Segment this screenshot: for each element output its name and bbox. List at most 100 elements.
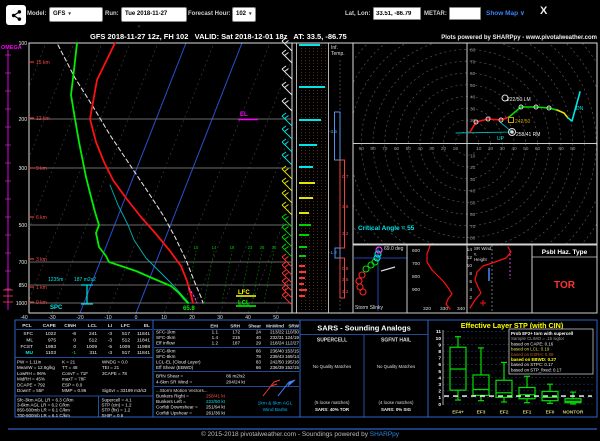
- hodo-ring-label: 50: [523, 146, 529, 152]
- parcel-col-header: PCL: [22, 323, 32, 329]
- inf-temp-value: 0.7: [342, 174, 349, 179]
- height-label: 1 km: [36, 285, 47, 291]
- stp-box: [473, 375, 489, 395]
- sars-supercell-loose: (5 loose matches): [315, 400, 350, 405]
- kin-cell: 1.2: [212, 341, 219, 346]
- stp-ytick: 9: [438, 342, 441, 348]
- line: [285, 205, 289, 208]
- mixing-ratio-line: [204, 251, 214, 303]
- kin-cell: 195/16: [285, 360, 299, 365]
- line: [285, 257, 289, 260]
- srwind-height-label: 8: [469, 271, 472, 277]
- isotherm-line: [0, 43, 74, 313]
- slinky-ring: [359, 272, 365, 278]
- stp-legend-line: based on STP_fixed: 0.17: [511, 367, 562, 372]
- line: [274, 380, 280, 382]
- inf-temp-value: 0.8: [342, 266, 349, 271]
- legend-barb-pennant: [288, 380, 295, 386]
- parcel-col-header: EL: [144, 323, 150, 329]
- srwind-title: v.: [474, 252, 477, 257]
- line: [285, 155, 289, 158]
- kin-cell: 110/30: [285, 330, 299, 335]
- kin-cell: 66: [256, 349, 262, 354]
- parcel-cell: -5: [108, 344, 113, 350]
- speed-bar: [299, 277, 305, 279]
- kin-col-header: MnWind: [266, 324, 284, 329]
- line: [285, 116, 289, 119]
- line: [285, 273, 289, 276]
- stp-category-label: EF4+: [452, 410, 464, 416]
- stp-category-label: EF2: [500, 410, 509, 416]
- hodo-ring-label: 80: [558, 146, 564, 152]
- kin-cell: 153/15: [285, 349, 299, 354]
- line: [285, 247, 289, 250]
- speed-bar: [299, 197, 313, 199]
- parcel-cell: 975: [48, 337, 56, 343]
- mixing-ratio-label: 30: [272, 245, 277, 250]
- line: [282, 82, 286, 85]
- wind-barb: [282, 101, 292, 111]
- speed-bar: [299, 295, 305, 297]
- storm-motion-title: ...Storm Motion Vectors...: [156, 388, 208, 393]
- line: [282, 113, 286, 116]
- hodo-ring-label: 90: [570, 146, 576, 152]
- thetae-xtick: 320: [423, 306, 431, 312]
- thermo-index: PW = 1.11in: [17, 360, 42, 365]
- barbs-note: 1km & 6km AGL: [258, 401, 293, 407]
- hodo-trace-3-6km: [509, 107, 557, 117]
- storm-motion-label: Corfidi Upshear =: [156, 410, 192, 415]
- stp-box: [519, 388, 535, 399]
- wind-barb: [282, 193, 292, 203]
- speed-bar: [299, 44, 320, 46]
- line: [282, 202, 286, 205]
- wind-barb: [282, 142, 292, 152]
- sharppy-link[interactable]: SHARPpy: [370, 431, 399, 438]
- line: [282, 178, 286, 181]
- thermo-index: LowRH = 96%: [17, 371, 46, 376]
- kin-cell: 78: [256, 354, 262, 359]
- hodo-ring-label: 80: [470, 48, 476, 54]
- thermo-index: ConvT = 71F: [62, 371, 88, 376]
- storm-motion-value: 261/36 kt: [206, 410, 226, 415]
- inf-temp-value: 2.5: [342, 277, 349, 282]
- wind-barb: [282, 53, 292, 63]
- stp-ytick: 8: [438, 349, 441, 355]
- kin-cell: 215: [232, 335, 240, 340]
- kin-cell: 1.1: [212, 330, 219, 335]
- srw46-label: 4-6km SR Wind =: [156, 380, 192, 385]
- hodo-ring-label: 50: [470, 200, 476, 206]
- line: [285, 237, 289, 240]
- left-mover-label: 222/50 LM: [507, 97, 531, 103]
- kin-cell: 218/24: [270, 341, 284, 346]
- height-label: 3 km: [36, 257, 47, 263]
- hodo-ring-label: 60: [470, 212, 476, 218]
- hodo-ring-label: 80: [470, 236, 476, 242]
- srw46-value: 204/24 kt: [226, 380, 246, 385]
- storm-motion-label: Bunkers Right =: [156, 394, 189, 399]
- thermo-index: DCAPE = 792: [17, 382, 46, 387]
- speed-bar: [299, 224, 311, 226]
- parcel-cell: 1022: [45, 331, 56, 337]
- line: [282, 292, 286, 295]
- srwind-height-label: 14: [467, 247, 473, 253]
- parcel-cell: 11841: [137, 331, 150, 337]
- isotherm-line: [0, 43, 18, 313]
- parcel-col-header: LI: [108, 323, 113, 329]
- parcel-cell: -3: [108, 337, 113, 343]
- thermo-index: 3CAPE = 78: [102, 371, 127, 376]
- line: [282, 262, 286, 265]
- cold-adv-box: [335, 112, 341, 160]
- sars-supercell-pct: SARS: 40% TOR: [315, 407, 350, 412]
- thetae-pressure-label: 900: [412, 287, 420, 293]
- pressure-label: 1000: [16, 301, 27, 307]
- inflow-srh-label: 187 m2s2: [74, 277, 96, 283]
- line: [285, 101, 289, 104]
- upshear-label: UP: [497, 136, 505, 142]
- storm-motion-label: Bunkers Left =: [156, 399, 186, 404]
- parcel-col-header: CAPE: [43, 323, 57, 329]
- stp-category-label: EF1: [523, 410, 532, 416]
- sars-supercell-status: No Quality Matches: [313, 364, 352, 369]
- kin-cell: 1.4: [212, 335, 219, 340]
- slinky-ring: [357, 284, 363, 290]
- inf-temp-label: Temp.: [331, 51, 345, 57]
